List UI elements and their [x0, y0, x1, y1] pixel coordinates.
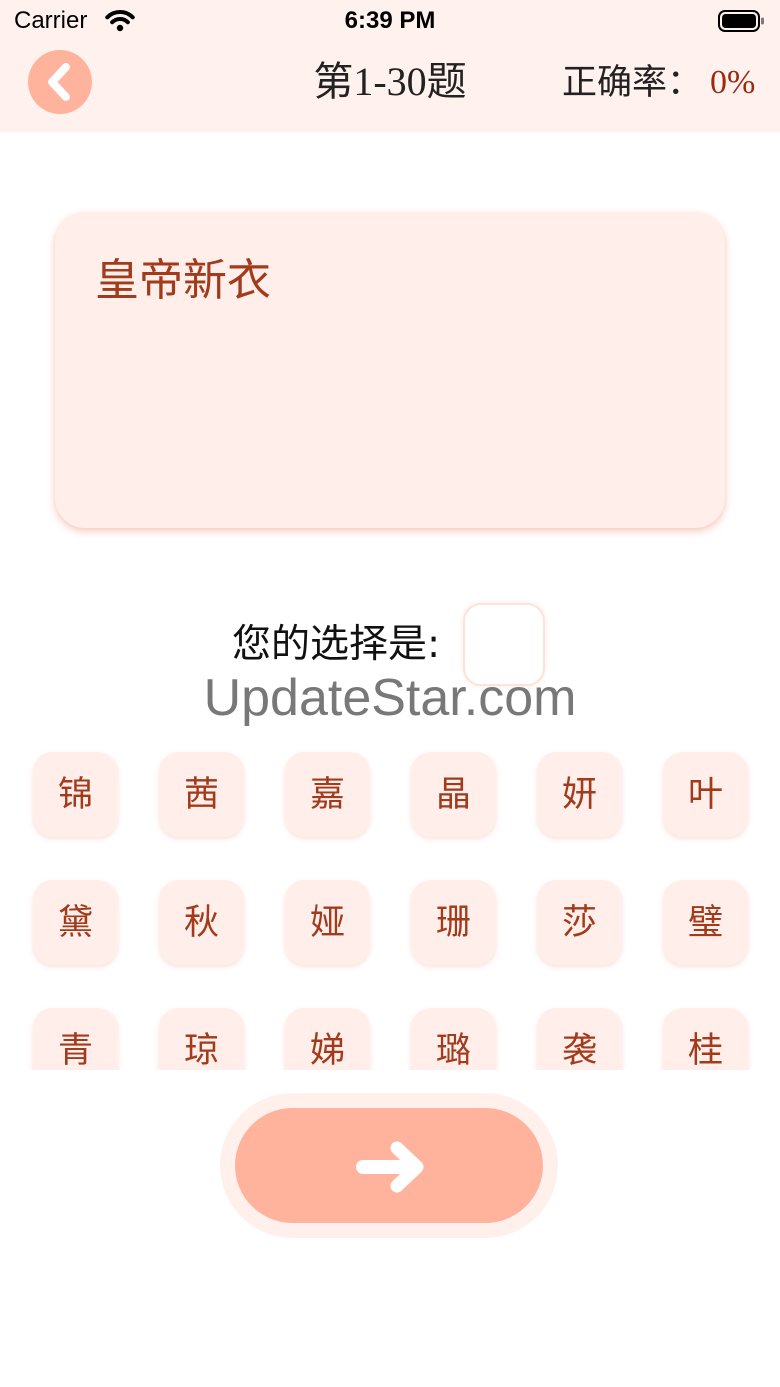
choice-scroll-area[interactable]: 锦 茜 嘉 晶 妍 叶 黛 秋 娅 珊 莎 璧 青 琼 娣 璐 袭 桂 — [0, 738, 780, 1070]
choice-tile[interactable]: 珊 — [411, 880, 496, 965]
choice-grid: 锦 茜 嘉 晶 妍 叶 黛 秋 娅 珊 莎 璧 青 琼 娣 璐 袭 桂 — [33, 752, 748, 1070]
arrow-right-icon — [356, 1141, 424, 1193]
choice-tile[interactable]: 娅 — [285, 880, 370, 965]
next-button[interactable] — [235, 1108, 543, 1223]
choice-tile[interactable]: 袭 — [537, 1008, 622, 1070]
choice-tile[interactable]: 莎 — [537, 880, 622, 965]
choice-tile[interactable]: 青 — [33, 1008, 118, 1070]
choice-tile[interactable]: 茜 — [159, 752, 244, 837]
next-button-container — [220, 1093, 558, 1238]
choice-tile[interactable]: 璧 — [663, 880, 748, 965]
choice-tile[interactable]: 璐 — [411, 1008, 496, 1070]
top-bar: Carrier 6:39 PM 第1-30题 正确率： 0% — [0, 0, 780, 132]
watermark: UpdateStar.com — [203, 669, 577, 727]
question-text: 皇帝新衣 — [95, 255, 271, 306]
choice-tile[interactable]: 叶 — [663, 752, 748, 837]
choice-tile[interactable]: 嘉 — [285, 752, 370, 837]
choice-tile[interactable]: 晶 — [411, 752, 496, 837]
choice-tile[interactable]: 桂 — [663, 1008, 748, 1070]
choice-tile[interactable]: 秋 — [159, 880, 244, 965]
choice-tile[interactable]: 琼 — [159, 1008, 244, 1070]
question-card: 皇帝新衣 — [55, 213, 725, 528]
answer-label: 您的选择是: — [232, 622, 441, 667]
accuracy-value: 0% — [710, 64, 756, 101]
choice-tile[interactable]: 锦 — [33, 752, 118, 837]
accuracy-label: 正确率： — [562, 63, 703, 103]
quiz-screen: Carrier 6:39 PM 第1-30题 正确率： 0% 皇帝新衣 您的选择… — [0, 0, 780, 1387]
choice-tile[interactable]: 娣 — [285, 1008, 370, 1070]
status-time: 6:39 PM — [344, 7, 436, 34]
choice-tile[interactable]: 黛 — [33, 880, 118, 965]
choice-tile[interactable]: 妍 — [537, 752, 622, 837]
battery-icon — [718, 9, 766, 33]
